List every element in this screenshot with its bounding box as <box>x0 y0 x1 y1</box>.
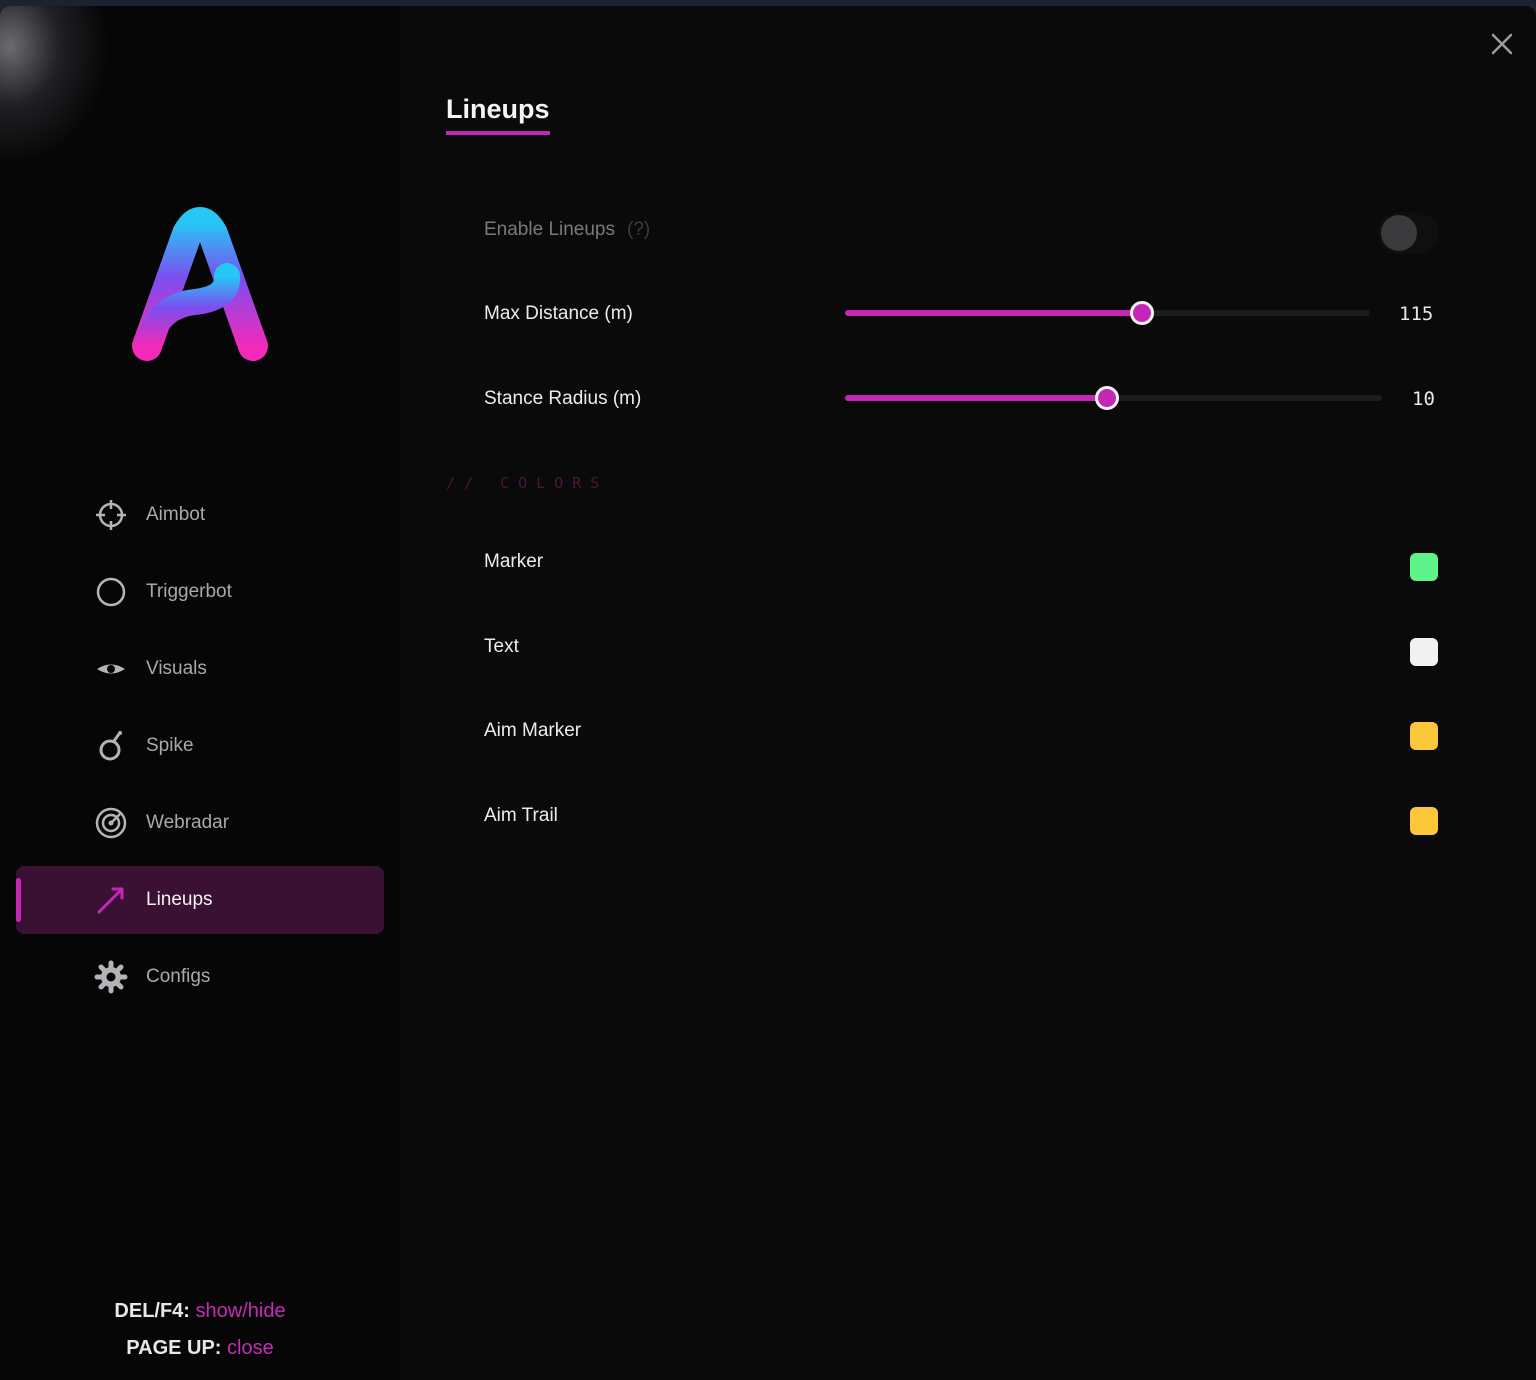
app-window: Aimbot Triggerbot Visuals Spike Webradar <box>0 6 1536 1380</box>
aim-marker-color-label: Aim Marker <box>484 720 582 741</box>
slider-thumb[interactable] <box>1129 301 1154 325</box>
corner-glow <box>0 6 110 166</box>
hotkey-action: close <box>227 1337 274 1359</box>
slider-fill <box>845 395 1107 401</box>
sidebar-item-label: Webradar <box>146 812 230 833</box>
sidebar-item-label: Configs <box>146 966 211 987</box>
eye-icon <box>94 652 128 686</box>
stance-radius-slider[interactable] <box>845 386 1382 410</box>
sidebar-item-configs[interactable]: Configs <box>16 943 384 1011</box>
page-title: Lineups <box>446 94 550 135</box>
stance-radius-label: Stance Radius (m) <box>484 388 642 409</box>
sidebar-item-label: Lineups <box>146 889 213 910</box>
circle-icon <box>94 575 128 609</box>
help-icon[interactable]: (?) <box>627 219 650 240</box>
sidebar-item-label: Spike <box>146 735 194 756</box>
enable-lineups-text: Enable Lineups <box>484 219 615 240</box>
hotkey-hint-show-hide: DEL/F4: show/hide <box>0 1300 400 1323</box>
marker-color-swatch[interactable] <box>1410 553 1438 581</box>
toggle-knob <box>1381 215 1417 251</box>
marker-color-label: Marker <box>484 551 544 572</box>
max-distance-label: Max Distance (m) <box>484 303 633 324</box>
slider-thumb[interactable] <box>1094 386 1119 410</box>
sidebar-item-label: Aimbot <box>146 504 206 525</box>
colors-section-header: // COLORS <box>446 474 609 492</box>
sidebar: Aimbot Triggerbot Visuals Spike Webradar <box>0 6 400 1380</box>
sidebar-item-spike[interactable]: Spike <box>16 712 384 780</box>
crosshair-icon <box>94 498 128 532</box>
text-color-swatch[interactable] <box>1410 638 1438 666</box>
close-icon[interactable] <box>1486 28 1518 60</box>
line-arrow-icon <box>94 883 128 917</box>
sidebar-item-label: Triggerbot <box>146 581 232 602</box>
sidebar-item-triggerbot[interactable]: Triggerbot <box>16 558 384 626</box>
enable-lineups-toggle[interactable] <box>1378 212 1438 254</box>
app-logo <box>132 207 268 361</box>
text-color-label: Text <box>484 636 519 657</box>
bomb-icon <box>94 729 128 763</box>
hotkey-key: DEL/F4: <box>114 1300 190 1322</box>
enable-lineups-label: Enable Lineups (?) <box>484 219 650 241</box>
slider-fill <box>845 310 1142 316</box>
sidebar-item-visuals[interactable]: Visuals <box>16 635 384 703</box>
max-distance-slider[interactable] <box>845 301 1370 325</box>
sidebar-item-label: Visuals <box>146 658 207 679</box>
hotkey-hint-close: PAGE UP: close <box>0 1337 400 1360</box>
max-distance-value: 115 <box>1399 303 1434 325</box>
aim-trail-color-label: Aim Trail <box>484 805 558 826</box>
gear-icon <box>94 960 128 994</box>
aim-marker-color-swatch[interactable] <box>1410 722 1438 750</box>
sidebar-item-lineups[interactable]: Lineups <box>16 866 384 934</box>
hotkey-key: PAGE UP: <box>126 1337 222 1359</box>
sidebar-item-webradar[interactable]: Webradar <box>16 789 384 857</box>
radar-icon <box>94 806 128 840</box>
hotkey-action: show/hide <box>195 1300 286 1322</box>
sidebar-item-aimbot[interactable]: Aimbot <box>16 481 384 549</box>
stance-radius-value: 10 <box>1412 388 1435 410</box>
aim-trail-color-swatch[interactable] <box>1410 807 1438 835</box>
